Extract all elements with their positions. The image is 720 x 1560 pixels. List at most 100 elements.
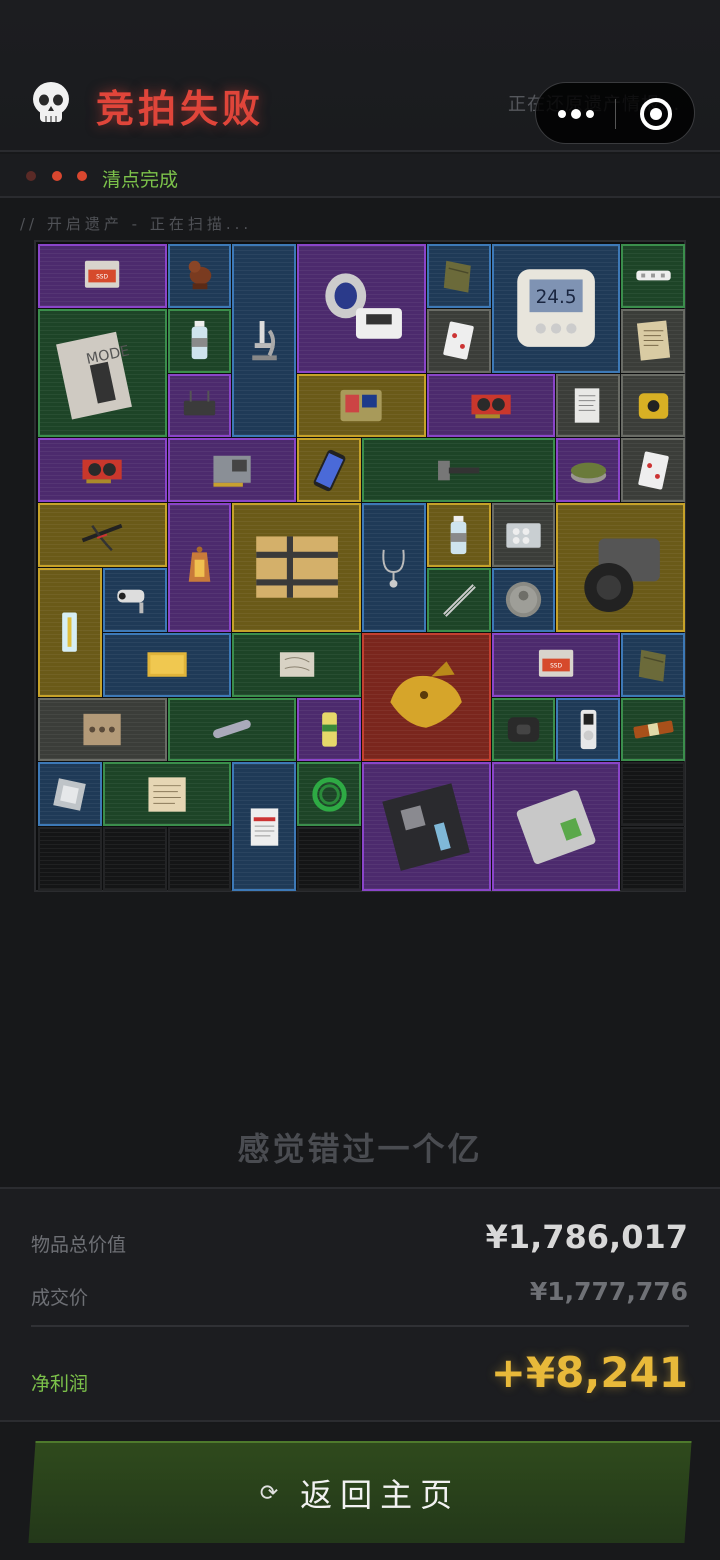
bp-monitor-icon [299, 246, 424, 371]
cpu-icon [40, 764, 100, 824]
grid-item-ration-pack-2[interactable] [621, 632, 685, 697]
net-profit-value: +¥8,241 [490, 1348, 688, 1397]
mp3-icon [558, 700, 618, 760]
grid-item-router[interactable] [167, 373, 232, 438]
camera-icon [558, 505, 683, 630]
return-home-button[interactable]: ⟳ 返回主页 [28, 1441, 692, 1543]
terminal-icon [299, 376, 424, 436]
cctv-icon [105, 570, 165, 630]
grid-item-water-bottle[interactable] [167, 308, 232, 373]
hose-icon [299, 764, 359, 824]
total-value-label: 物品总价值 [31, 1234, 127, 1256]
grid-item-stethoscope[interactable] [362, 503, 426, 632]
grid-item-digital-thermometer[interactable]: 24.5 [491, 244, 621, 373]
statue-icon [364, 635, 489, 760]
grid-item-tape-measure[interactable] [621, 373, 685, 438]
grid-item-pill-blister[interactable] [491, 503, 556, 567]
grid-item-power-bank[interactable] [491, 697, 556, 762]
grid-item-cpu-chip[interactable] [38, 762, 102, 827]
crate-icon [234, 505, 359, 630]
pcb-icon [170, 440, 295, 500]
grid-item-smartphone[interactable] [297, 438, 361, 503]
scan-caption: // 开启遗产 - 正在扫描... [20, 215, 253, 233]
grid-item-old-letter[interactable] [621, 308, 685, 373]
ssd-package-icon: SSD [40, 246, 165, 306]
dot-icon [585, 110, 594, 118]
grid-item-old-map[interactable] [232, 632, 361, 697]
power-bank-icon [494, 700, 554, 760]
status-dot-icon [77, 171, 87, 181]
grid-item-external-ssd[interactable] [491, 762, 621, 891]
grid-item-microscope[interactable] [232, 244, 297, 438]
grid-item-syringe-pack[interactable] [38, 568, 102, 697]
grid-item-playing-card-2[interactable] [621, 438, 685, 503]
grid-item-confidential-file[interactable] [232, 762, 297, 891]
grid-item-motherboard[interactable] [362, 762, 491, 891]
grid-item-small-bottle[interactable] [426, 503, 491, 567]
grid-item-sledgehammer[interactable] [362, 438, 556, 503]
grid-item-tweezers[interactable] [426, 568, 491, 632]
status-dot-icon [26, 171, 36, 181]
grid-item-military-terminal[interactable] [297, 373, 426, 438]
grid-item-gold-bar[interactable] [102, 632, 232, 697]
grid-item-ration-pack[interactable] [426, 244, 491, 308]
thermometer-display-icon: 24.5 [494, 246, 619, 371]
lantern-icon [170, 505, 230, 630]
ssd-package-icon: SSD [494, 635, 619, 695]
grid-item-graphics-card[interactable] [426, 373, 556, 438]
magazine-icon: MODE [40, 311, 165, 436]
gpu-icon [40, 440, 165, 500]
grid-item-food-tin[interactable] [556, 438, 621, 503]
grid-item-wooden-bird[interactable] [167, 244, 232, 308]
grid-item-glass-tube[interactable] [167, 697, 297, 762]
grid-item-golden-crocodile-statue[interactable] [362, 632, 491, 762]
empty-slot [102, 827, 167, 891]
grid-item-old-photo[interactable] [38, 697, 167, 762]
grid-item-receipts[interactable] [556, 373, 621, 438]
grid-item-ssd-package-2[interactable]: SSD [491, 632, 621, 697]
map-icon [234, 635, 359, 695]
photo-icon [40, 700, 165, 760]
slogan-text: 感觉错过一个亿 [237, 1130, 483, 1168]
grid-item-mode-magazine[interactable]: MODE [38, 308, 167, 438]
grid-item-ssd-package[interactable]: SSD [38, 244, 167, 308]
grid-item-cctv-camera[interactable] [102, 568, 167, 632]
paper-icon [623, 311, 683, 371]
grid-item-power-strip[interactable] [621, 244, 685, 308]
grid-item-mp3-player[interactable] [556, 697, 621, 762]
close-miniprogram-button[interactable] [640, 98, 672, 130]
cards-icon [429, 311, 489, 371]
grid-item-crossbow[interactable] [38, 503, 167, 567]
grid-item-snack-bar[interactable] [621, 697, 685, 762]
status-dot-icon [52, 171, 62, 181]
grid-item-graphics-card-2[interactable] [38, 438, 167, 503]
tape-icon [623, 376, 683, 436]
grid-item-ancient-coin[interactable] [491, 568, 556, 632]
phone-icon [299, 440, 359, 500]
empty-slot [38, 827, 102, 891]
bottle-icon [429, 505, 489, 565]
capsule-divider [615, 99, 616, 129]
grid-item-playing-cards[interactable] [426, 308, 491, 373]
hammer-icon [364, 440, 553, 500]
net-profit-label: 净利润 [31, 1373, 89, 1395]
page-title: 竞拍失败 [96, 87, 265, 131]
grid-item-green-hose[interactable] [297, 762, 361, 827]
receipt-icon [558, 376, 618, 436]
footer-bar: ⟳ 返回主页 [0, 1424, 720, 1560]
power-strip-icon [623, 246, 683, 306]
grid-item-capture-card[interactable] [167, 438, 297, 503]
grid-item-lantern[interactable] [167, 503, 232, 632]
grid-item-parchment[interactable] [102, 762, 232, 827]
deal-price-value: ¥1,777,776 [529, 1277, 688, 1306]
grid-item-camera[interactable] [556, 503, 685, 632]
syringe-icon [40, 570, 100, 695]
dot-icon [570, 109, 581, 119]
more-menu-button[interactable] [536, 83, 615, 145]
snack-icon [623, 700, 683, 760]
tweezers-icon [429, 570, 489, 630]
crossbow-icon [40, 505, 165, 565]
grid-item-energy-drink[interactable] [297, 697, 361, 762]
grid-item-supply-crate[interactable] [232, 503, 361, 632]
grid-item-blood-pressure-monitor[interactable] [297, 244, 426, 373]
